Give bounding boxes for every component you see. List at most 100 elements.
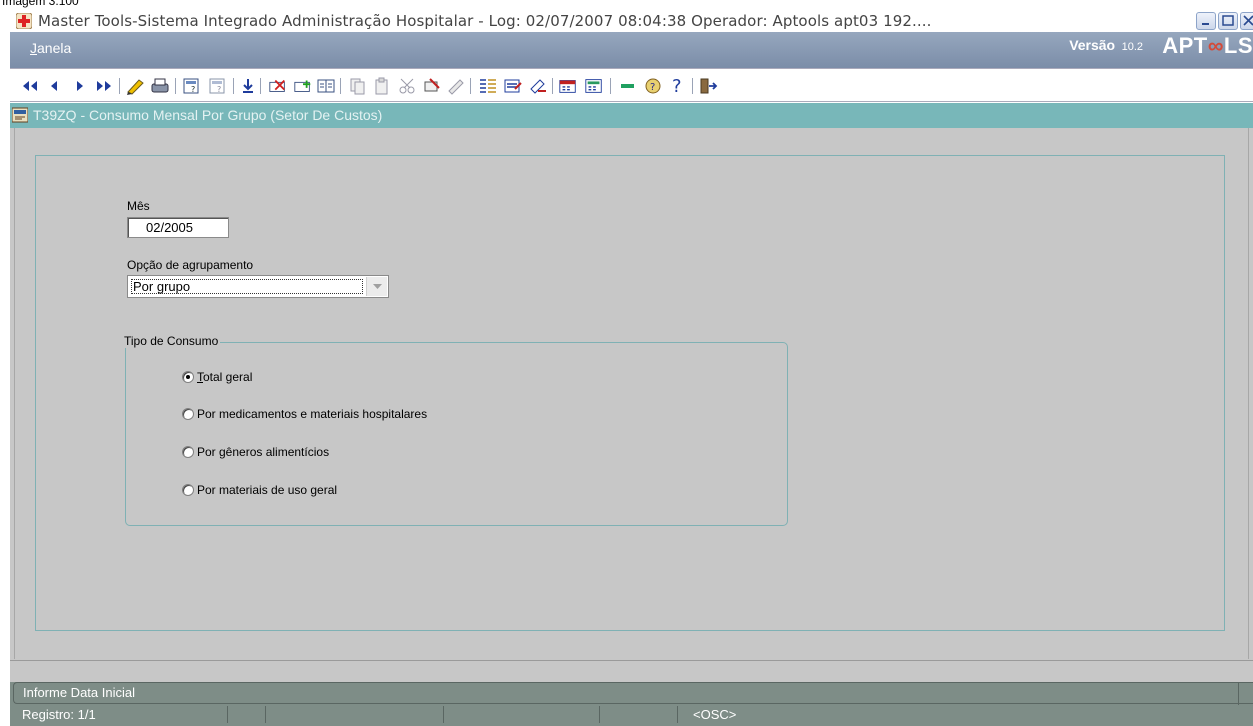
mes-label: Mês: [127, 199, 150, 213]
paste-icon: [375, 77, 388, 95]
brand-logo: APT∞LS: [1162, 33, 1253, 59]
delete-record-button[interactable]: [268, 76, 288, 96]
window-title: Master Tools-Sistema Integrado Administr…: [38, 12, 932, 30]
form-icon: [12, 107, 28, 123]
toolbar-separator: [470, 78, 471, 94]
insert-record-icon: [294, 80, 311, 92]
statusbar: Informe Data Inicial Registro: 1/1 <OSC>: [10, 682, 1253, 726]
radio-button[interactable]: [182, 408, 194, 420]
status-divider: [1238, 683, 1239, 705]
radio-button-checked[interactable]: [182, 371, 194, 383]
copy-icon: [350, 78, 365, 95]
radio-total-geral-label: Total geral: [197, 370, 252, 384]
copy-button[interactable]: [348, 76, 368, 96]
version-label: Versão 10.2: [1069, 37, 1143, 55]
duplicate-record-button[interactable]: [316, 76, 336, 96]
print-button[interactable]: [150, 76, 170, 96]
save-button[interactable]: [238, 76, 258, 96]
radio-generos-alimenticios[interactable]: Por gêneros alimentícios: [182, 444, 329, 460]
agrupamento-select[interactable]: Por grupo: [127, 275, 389, 298]
save-download-icon: [243, 79, 253, 93]
radio-materiais-uso-geral[interactable]: Por materiais de uso geral: [182, 482, 337, 498]
close-icon: [1243, 15, 1253, 26]
status-divider: [227, 706, 228, 723]
status-row: Registro: 1/1 <OSC>: [13, 704, 1253, 726]
paste-button[interactable]: [372, 76, 392, 96]
radio-generos-label: Por gêneros alimentícios: [197, 445, 330, 459]
svg-text:?: ?: [191, 85, 195, 94]
previous-record-button[interactable]: [44, 76, 64, 96]
list-values-icon: [480, 79, 496, 93]
next-record-button[interactable]: [70, 76, 90, 96]
brand-logo-symbol: ∞: [1207, 33, 1224, 58]
toolbar-separator: [119, 78, 120, 94]
cut-icon: [399, 78, 415, 94]
help-icon: ?: [645, 78, 661, 94]
insert-record-button[interactable]: [293, 76, 313, 96]
menu-janela-label: Janela: [30, 40, 72, 56]
agrupamento-dropdown-button[interactable]: [366, 277, 387, 296]
clear-field-button[interactable]: [528, 76, 548, 96]
exit-button[interactable]: [698, 76, 718, 96]
window-titlebar: Master Tools-Sistema Integrado Administr…: [10, 10, 1253, 33]
list-values-button[interactable]: [478, 76, 498, 96]
menu-janela[interactable]: Janela: [30, 40, 71, 56]
mes-input[interactable]: 02/2005: [127, 217, 229, 238]
attach-icon: [424, 78, 440, 92]
exit-door-icon: [700, 78, 718, 94]
edit-field-button[interactable]: [503, 76, 523, 96]
chevron-down-icon: [372, 283, 382, 289]
image-caption: Imagem 3.100: [2, 0, 79, 8]
radio-medicamentos-label: Por medicamentos e materiais hospitalare…: [197, 407, 428, 421]
previous-record-icon: [51, 81, 57, 91]
toolbar-separator: [233, 78, 234, 94]
first-record-icon: [23, 81, 37, 91]
radio-medicamentos[interactable]: Por medicamentos e materiais hospitalare…: [182, 406, 427, 422]
form-window: T39ZQ - Consumo Mensal Por Grupo (Setor …: [10, 103, 1253, 660]
toolbar: ? ? ? ?: [10, 68, 1253, 102]
minimize-button[interactable]: [1196, 12, 1216, 30]
form-title: T39ZQ - Consumo Mensal Por Grupo (Setor …: [33, 107, 383, 123]
svg-text:?: ?: [217, 85, 221, 94]
status-divider: [599, 706, 600, 723]
radio-total-geral[interactable]: Total geral: [182, 369, 252, 385]
first-record-button[interactable]: [20, 76, 40, 96]
edit-button[interactable]: [126, 76, 146, 96]
cut-button[interactable]: [398, 76, 418, 96]
calendar-button[interactable]: [558, 76, 578, 96]
radio-button[interactable]: [182, 484, 194, 496]
app-icon: [16, 13, 32, 29]
minimize-bar-icon: [621, 84, 634, 88]
query-enter-icon: ?: [183, 78, 199, 94]
agrupamento-label: Opção de agrupamento: [127, 258, 254, 272]
form-titlebar: T39ZQ - Consumo Mensal Por Grupo (Setor …: [10, 103, 1253, 128]
attach-button[interactable]: [422, 76, 442, 96]
print-icon: [151, 78, 169, 93]
calculator-button[interactable]: [584, 76, 604, 96]
tipo-consumo-label: Tipo de Consumo: [122, 334, 221, 348]
maximize-button[interactable]: [1218, 12, 1238, 30]
menubar: Janela Versão 10.2 APT∞LS: [10, 32, 1253, 68]
query-enter-button[interactable]: ?: [182, 76, 202, 96]
radio-button[interactable]: [182, 446, 194, 458]
status-registro: Registro: 1/1: [22, 707, 96, 722]
help-button[interactable]: ?: [643, 76, 663, 96]
svg-text:?: ?: [650, 82, 655, 93]
calculator-icon: [585, 79, 602, 93]
question-button[interactable]: ?: [668, 76, 688, 96]
toolbar-separator: [175, 78, 176, 94]
radio-total-geral-text: otal geral: [203, 370, 253, 384]
status-message-line: Informe Data Inicial: [13, 682, 1253, 705]
clear-button[interactable]: [446, 76, 466, 96]
query-execute-button[interactable]: ?: [208, 76, 228, 96]
status-divider: [443, 706, 444, 723]
edit-field-icon: [504, 79, 522, 93]
minimize-bar-button[interactable]: [618, 76, 638, 96]
minimize-icon: [1202, 23, 1209, 25]
version-text: Versão: [1069, 37, 1116, 53]
close-button[interactable]: [1240, 12, 1253, 30]
last-record-icon: [97, 81, 111, 91]
brand-logo-part2: LS: [1223, 33, 1253, 58]
toolbar-separator: [340, 78, 341, 94]
last-record-button[interactable]: [94, 76, 114, 96]
